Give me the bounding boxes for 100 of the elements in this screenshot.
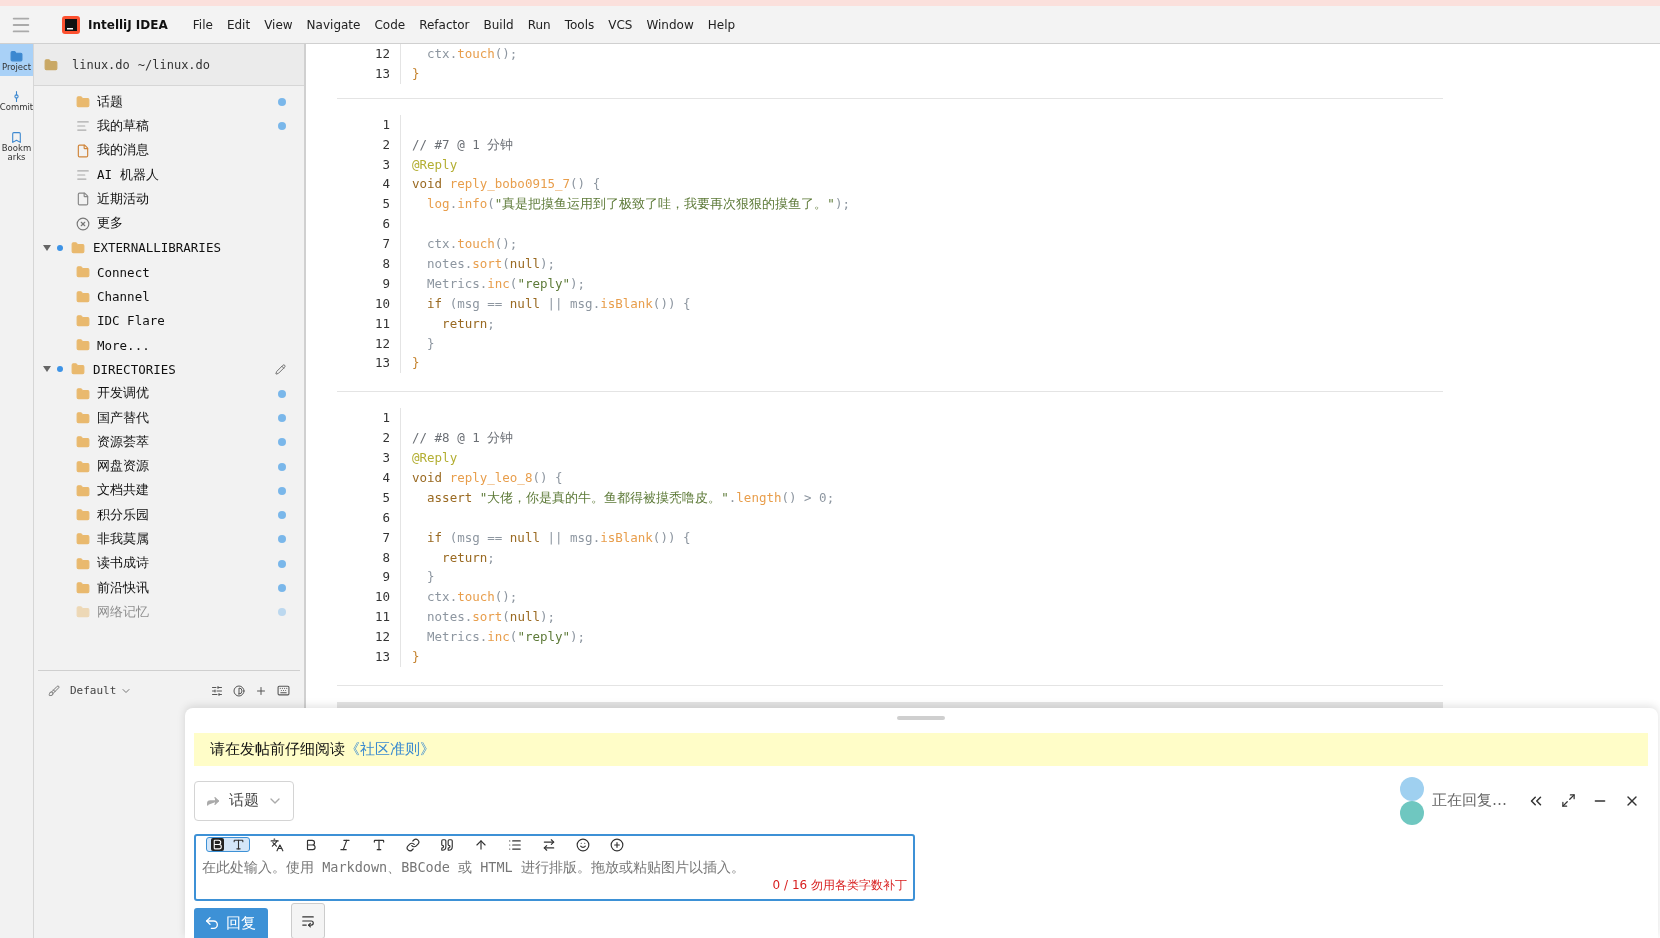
notice-text: 请在发帖前仔细阅读 (210, 739, 345, 759)
code-line: void reply_bobo0915_7() { (412, 176, 601, 192)
code-line: @Reply (412, 450, 458, 466)
menu-item[interactable]: VCS (601, 14, 640, 35)
menu-item[interactable]: Tools (557, 14, 602, 35)
tree-item[interactable]: More... (97, 337, 286, 353)
tree-item[interactable]: 话题 (97, 93, 278, 111)
caret-icon[interactable] (43, 243, 51, 252)
code-line: } (426, 569, 435, 585)
contrast-icon[interactable] (233, 684, 245, 697)
line-number: 13 (373, 648, 390, 667)
folder-icon (76, 95, 90, 110)
project-name: linux.do (72, 57, 130, 72)
caret-icon[interactable] (43, 365, 51, 374)
menu-item[interactable]: Refactor (412, 14, 477, 35)
code-line: Metrics.inc("reply"); (426, 275, 586, 291)
menu-item[interactable]: Edit (219, 14, 258, 35)
sliders-icon[interactable] (211, 684, 223, 697)
tool-window-button[interactable]: Project (0, 44, 33, 77)
line-number: 7 (381, 528, 390, 547)
list-icon[interactable] (508, 838, 522, 853)
code-line: ctx.touch(); (426, 236, 518, 252)
line-number: 2 (381, 135, 390, 154)
tool-window-button[interactable]: Commit (0, 84, 33, 117)
tree-item[interactable]: 文档共建 (97, 482, 278, 500)
link-icon[interactable] (406, 838, 420, 853)
folder-icon (76, 556, 90, 571)
char-counter: 0 / 16 勿用各类字数补丁 (772, 877, 907, 895)
drag-handle[interactable] (897, 716, 945, 720)
folder-icon (71, 362, 85, 377)
arrows-icon[interactable] (542, 838, 556, 853)
tree-item[interactable]: 我的草稿 (97, 117, 278, 135)
text-size-icon[interactable] (372, 838, 386, 853)
tree-item[interactable]: 网盘资源 (97, 458, 278, 476)
code-line: ctx.touch(); (426, 46, 518, 61)
tree-item[interactable]: 非我莫属 (97, 531, 278, 548)
guidelines-link[interactable]: 《社区准则》 (345, 739, 435, 759)
file-icon (76, 192, 90, 207)
plus-icon[interactable] (610, 838, 624, 853)
translate-icon[interactable] (270, 838, 284, 853)
pencil-icon[interactable] (275, 363, 286, 375)
line-number: 9 (381, 568, 390, 587)
theme-selector[interactable]: Default (70, 684, 117, 697)
tree-item[interactable]: 前沿快讯 (97, 579, 278, 597)
line-number: 4 (381, 175, 390, 194)
line-number: 10 (373, 588, 390, 607)
bold-icon[interactable] (304, 838, 318, 853)
line-number: 6 (381, 508, 390, 527)
tree-item[interactable]: 读书成诗 (97, 555, 278, 573)
code-line: ctx.touch(); (426, 589, 518, 605)
tree-item[interactable]: 积分乐园 (97, 506, 278, 524)
menu-item[interactable]: Help (700, 14, 743, 35)
folder-icon (76, 313, 90, 328)
reply-type-dropdown[interactable]: 话题 (194, 780, 294, 821)
code-line: } (412, 355, 420, 371)
upload-icon[interactable] (474, 838, 488, 853)
markdown-toggle[interactable] (206, 837, 250, 853)
line-number: 12 (373, 334, 390, 353)
folder-icon (76, 338, 90, 353)
wrap-text-button[interactable] (291, 903, 325, 938)
folder-icon (76, 289, 90, 304)
tree-item[interactable]: AI 机器人 (97, 166, 286, 184)
tree-item[interactable]: 资源荟萃 (97, 433, 278, 451)
tree-item[interactable]: 近期活动 (97, 190, 286, 208)
tree-item[interactable]: 我的消息 (97, 142, 286, 160)
menu-item[interactable]: View (257, 14, 300, 35)
reply-editor[interactable]: 在此处输入。使用 Markdown、BBCode 或 HTML 进行排版。拖放或粘贴图片以插入。 0 / 16 勿用各类字数补丁 (194, 834, 915, 901)
tree-item[interactable]: 开发调优 (97, 385, 278, 403)
code-line: return; (441, 315, 495, 331)
menu-item[interactable]: File (185, 14, 220, 35)
line-number: 11 (373, 314, 390, 333)
line-number: 12 (373, 45, 390, 63)
menu-item[interactable]: Code (367, 14, 413, 35)
lines-icon (76, 119, 90, 134)
menu-item[interactable]: Window (639, 14, 701, 35)
text-icon (232, 838, 245, 852)
tree-group[interactable]: EXTERNALLIBRARIES (93, 240, 286, 256)
line-number: 8 (381, 548, 390, 567)
circle-x-icon (76, 216, 90, 231)
quote-icon[interactable] (440, 838, 454, 853)
bookmark-icon (10, 130, 23, 144)
line-number: 12 (373, 628, 390, 647)
tree-item[interactable]: 国产替代 (97, 409, 278, 427)
tree-item[interactable]: Connect (97, 264, 286, 280)
tree-item[interactable]: Channel (97, 289, 286, 304)
keyboard-icon[interactable] (277, 684, 290, 697)
menu-item[interactable]: Navigate (299, 14, 368, 35)
tool-window-button[interactable]: Bookmarks (0, 124, 33, 167)
code-line: notes.sort(null); (426, 609, 556, 625)
emoji-icon[interactable] (576, 838, 590, 853)
line-number: 4 (381, 469, 390, 488)
tree-item[interactable]: 更多 (97, 215, 286, 233)
code-line: @Reply (412, 156, 458, 172)
tree-item[interactable]: IDC Flare (97, 313, 286, 329)
tree-group[interactable]: DIRECTORIES (93, 361, 275, 377)
line-number: 2 (381, 429, 390, 448)
menu-item[interactable]: Run (520, 14, 558, 35)
code-line: // #7 @ 1 分钟 (412, 136, 514, 152)
menu-item[interactable]: Build (476, 14, 521, 35)
italic-icon[interactable] (338, 838, 352, 853)
